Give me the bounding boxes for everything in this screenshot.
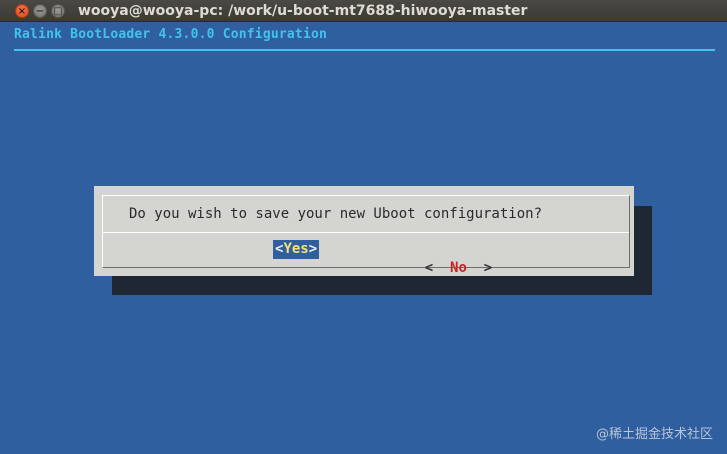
title-rule <box>14 49 715 51</box>
app-title: Ralink BootLoader 4.3.0.0 Configuration <box>14 27 328 42</box>
close-icon[interactable]: × <box>15 4 29 18</box>
watermark: @稀土掘金技术社区 <box>595 427 713 442</box>
save-dialog: Do you wish to save your new Uboot confi… <box>94 186 634 276</box>
no-button[interactable]: < No > <box>391 240 492 276</box>
minimize-icon[interactable]: − <box>33 4 47 18</box>
yes-right-bracket: > <box>308 241 318 257</box>
yes-label: Yes <box>283 241 309 257</box>
window-title: wooya@wooya-pc: /work/u-boot-mt7688-hiwo… <box>78 3 528 19</box>
window-titlebar[interactable]: × − □ wooya@wooya-pc: /work/u-boot-mt768… <box>0 0 727 22</box>
no-label: No <box>450 260 467 276</box>
dialog-question: Do you wish to save your new Uboot confi… <box>129 206 543 222</box>
dialog-divider <box>103 232 629 233</box>
no-left-bracket: < <box>424 260 451 276</box>
yes-left-bracket: < <box>275 241 284 257</box>
maximize-icon[interactable]: □ <box>51 4 65 18</box>
dialog-frame: Do you wish to save your new Uboot confi… <box>102 195 630 268</box>
yes-button[interactable]: < Yes > <box>273 240 320 259</box>
terminal-area[interactable]: Ralink BootLoader 4.3.0.0 Configuration … <box>0 22 727 454</box>
no-right-bracket: > <box>466 260 493 276</box>
